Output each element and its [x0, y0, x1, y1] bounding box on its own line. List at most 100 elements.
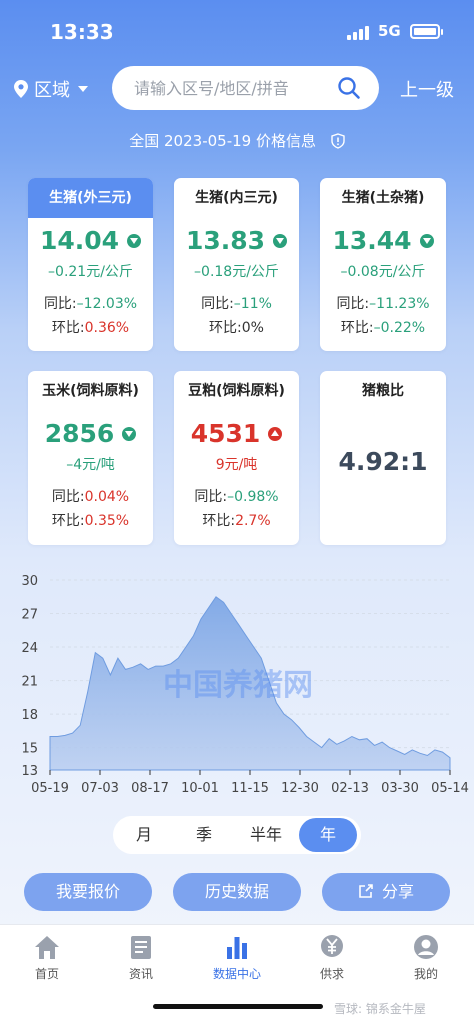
x-tick-label: 10-01	[181, 781, 219, 796]
card-mom-value: 2.7%	[235, 513, 271, 529]
y-tick-label: 21	[21, 675, 38, 690]
x-tick-label: 05-14	[431, 781, 469, 796]
news-icon	[131, 936, 151, 959]
x-tick-label: 03-30	[381, 781, 419, 796]
price-card-pig-neisanyuan[interactable]: 生猪(内三元) 13.83 –0.18元/公斤 同比:–11% 环比:0%	[174, 178, 299, 351]
card-mom-value: 0.36%	[84, 320, 130, 336]
price-card-corn[interactable]: 玉米(饲料原料) 2856 –4元/吨 同比:0.04% 环比:0.35%	[28, 371, 153, 545]
card-mom-value: 0%	[241, 320, 264, 336]
tab-quarter[interactable]: 季	[175, 818, 233, 852]
tab-half-year[interactable]: 半年	[237, 818, 295, 852]
card-mom-value: 0.35%	[84, 513, 130, 529]
card-mom: 环比:0.36%	[51, 320, 130, 336]
card-price: 13.83	[185, 226, 288, 255]
card-price-value: 14.04	[39, 226, 120, 255]
shield-info-icon[interactable]	[331, 133, 345, 149]
top-bar: 区域 上一级	[0, 66, 474, 112]
yuan-icon	[321, 935, 343, 957]
card-price: 4531	[191, 419, 283, 448]
card-title: 生猪(土杂猪)	[341, 190, 425, 206]
search-box	[112, 66, 379, 110]
nav-data-center[interactable]: 数据中心	[197, 933, 277, 982]
region-label: 区域	[34, 80, 70, 101]
card-yoy: 同比:–11%	[201, 296, 272, 312]
card-yoy: 同比:–12.03%	[43, 296, 138, 312]
card-price: 13.44	[332, 226, 434, 255]
quote-button[interactable]: 我要报价	[24, 873, 152, 911]
signal-icon	[347, 26, 371, 40]
down-arrow-icon	[127, 233, 142, 248]
search-icon[interactable]	[337, 76, 361, 100]
battery-icon	[410, 24, 443, 39]
period-tabs: 月 季 半年 年	[113, 816, 361, 854]
status-bar: 13:33 5G	[0, 0, 474, 60]
history-data-button[interactable]: 历史数据	[173, 873, 301, 911]
ratio-value: 4.92:1	[338, 447, 428, 476]
card-change: –0.08元/公斤	[340, 264, 426, 280]
user-icon	[414, 935, 438, 959]
nav-label: 数据中心	[212, 967, 261, 981]
x-tick-label: 02-13	[331, 781, 369, 796]
price-card-soybean-meal[interactable]: 豆粕(饲料原料) 4531 9元/吨 同比:–0.98% 环比:2.7%	[174, 371, 299, 545]
down-arrow-icon	[419, 233, 434, 248]
card-change: –4元/吨	[66, 457, 115, 473]
x-tick-label: 11-15	[231, 781, 269, 796]
nav-news[interactable]: 资讯	[101, 933, 181, 982]
x-tick-label: 07-03	[81, 781, 119, 796]
tab-year[interactable]: 年	[299, 818, 357, 852]
search-input[interactable]	[134, 78, 334, 98]
x-tick-label: 08-17	[131, 781, 169, 796]
y-tick-label: 18	[21, 708, 38, 723]
home-icon	[35, 936, 59, 959]
nav-supply-demand[interactable]: 供求	[292, 933, 372, 982]
nav-label: 我的	[413, 967, 438, 981]
share-label: 分享	[381, 882, 414, 901]
chart-watermark: 中国养猪网	[163, 668, 313, 703]
card-yoy-value: –12.03%	[76, 296, 138, 312]
tab-month[interactable]: 月	[115, 818, 173, 852]
card-mom-value: –0.22%	[373, 320, 426, 336]
card-price-value: 4531	[190, 419, 261, 448]
up-level-button[interactable]: 上一级	[400, 76, 454, 102]
card-title: 玉米(饲料原料)	[42, 383, 139, 399]
card-mom: 环比:2.7%	[202, 513, 271, 529]
source-watermark: 雪球: 锦系金牛屋	[334, 1002, 426, 1016]
bar-chart-icon	[227, 937, 247, 959]
nav-home[interactable]: 首页	[7, 933, 87, 982]
y-tick-label: 15	[21, 742, 38, 757]
card-mom: 环比:0.35%	[51, 513, 130, 529]
price-card-pig-tuzazhu[interactable]: 生猪(土杂猪) 13.44 –0.08元/公斤 同比:–11.23% 环比:–0…	[320, 178, 446, 351]
card-title: 生猪(内三元)	[195, 190, 278, 206]
x-tick-label: 05-19	[31, 781, 69, 796]
card-mom: 环比:0%	[209, 320, 264, 336]
share-icon	[359, 884, 373, 898]
card-change: –0.18元/公斤	[194, 264, 279, 280]
nav-label: 资讯	[128, 967, 153, 981]
region-selector[interactable]: 区域	[14, 76, 88, 102]
share-button[interactable]: 分享	[322, 873, 450, 911]
card-price-value: 13.83	[185, 226, 266, 255]
card-price: 2856	[45, 419, 137, 448]
card-yoy: 同比:–11.23%	[336, 296, 430, 312]
card-change: 9元/吨	[215, 457, 258, 473]
card-price-value: 2856	[44, 419, 115, 448]
card-price-value: 13.44	[332, 226, 412, 255]
up-arrow-icon	[268, 426, 283, 441]
card-title: 猪粮比	[362, 383, 404, 399]
card-price: 14.04	[39, 226, 142, 255]
y-tick-label: 13	[21, 764, 38, 779]
location-pin-icon	[14, 80, 28, 98]
x-tick-label: 12-30	[281, 781, 319, 796]
card-yoy: 同比:0.04%	[51, 489, 130, 505]
card-title: 豆粕(饲料原料)	[188, 383, 285, 399]
card-yoy: 同比:–0.98%	[194, 489, 279, 505]
card-yoy-value: –11.23%	[369, 296, 430, 312]
price-card-hog-grain-ratio[interactable]: 猪粮比 4.92:1	[320, 371, 446, 545]
card-yoy-value: –0.98%	[227, 489, 279, 505]
home-indicator	[153, 1004, 323, 1009]
nav-profile[interactable]: 我的	[386, 933, 466, 982]
card-yoy-value: –11%	[233, 296, 272, 312]
card-yoy-value: 0.04%	[84, 489, 130, 505]
price-card-pig-waisanyuan[interactable]: 生猪(外三元) 14.04 –0.21元/公斤 同比:–12.03% 环比:0.…	[28, 178, 153, 351]
y-tick-label: 27	[21, 608, 38, 623]
